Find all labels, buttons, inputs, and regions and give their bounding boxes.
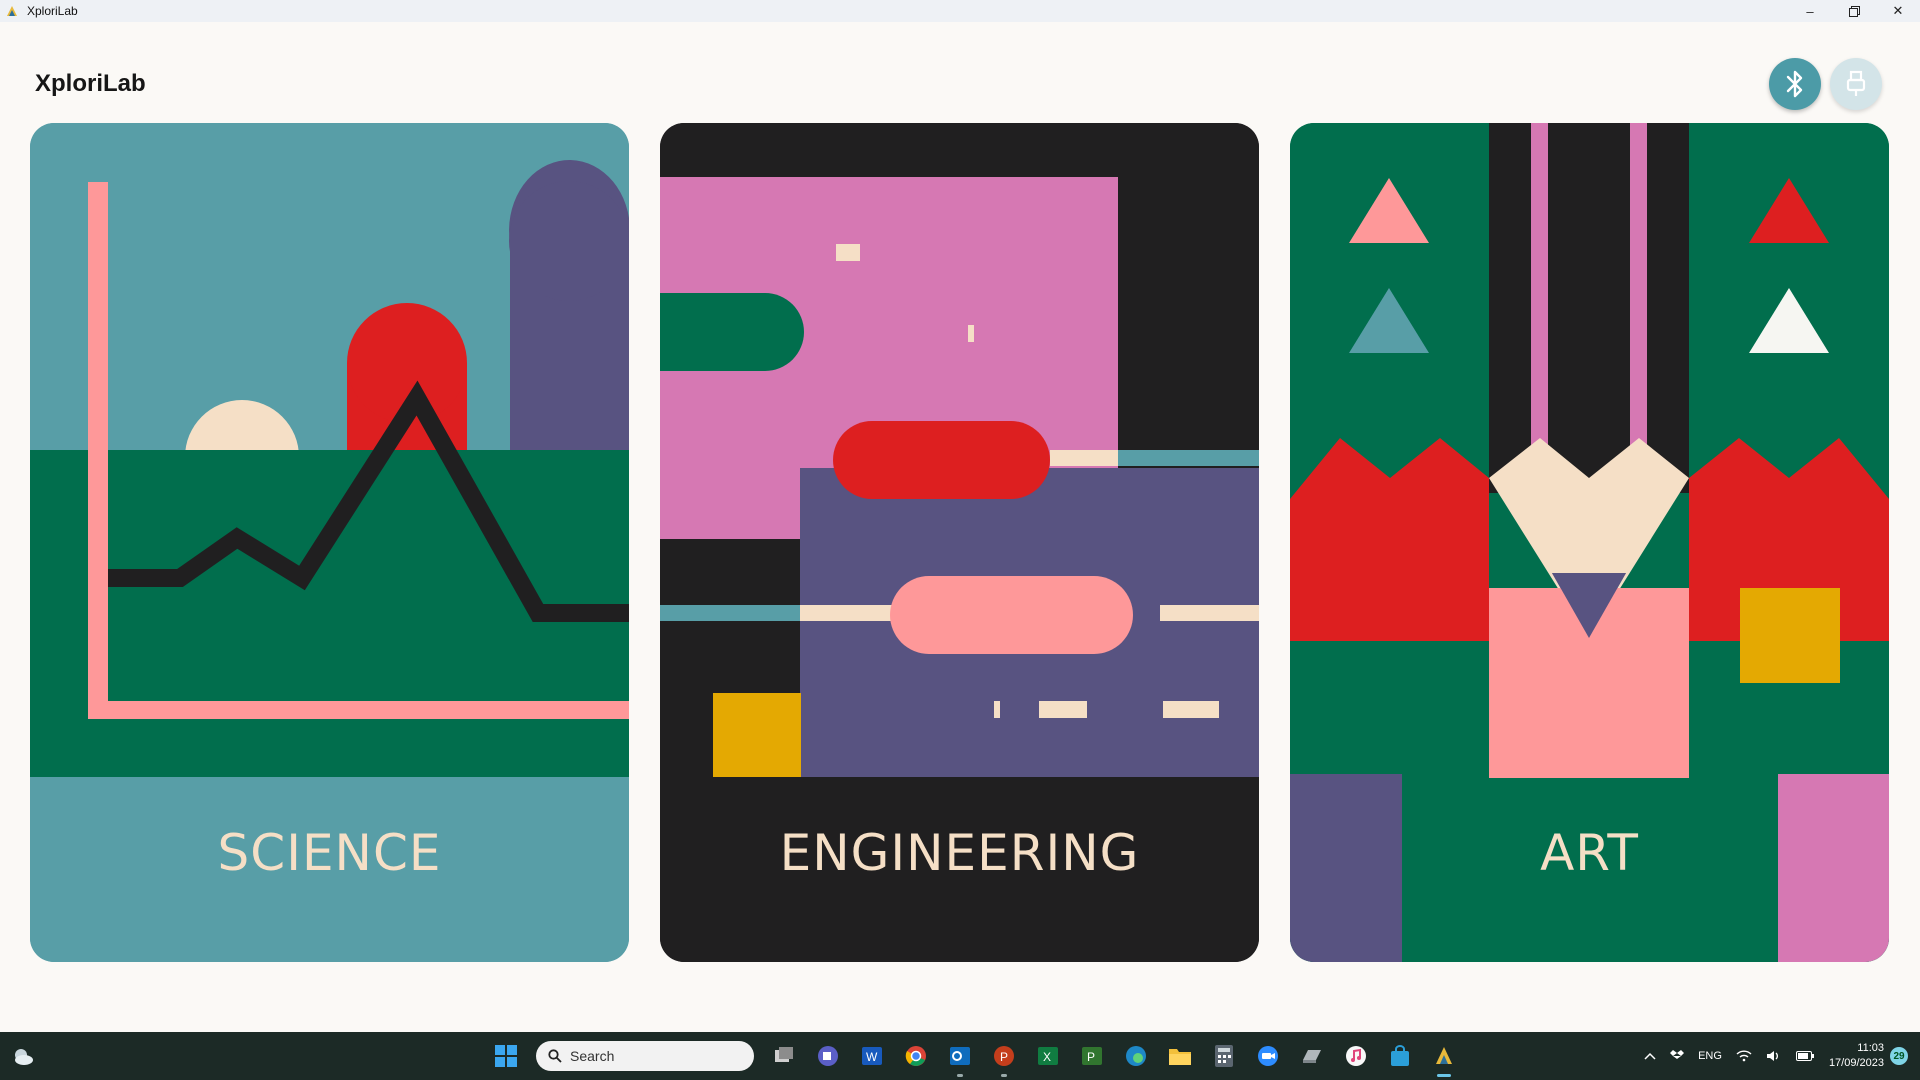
app-title: XploriLab [35,70,146,97]
project-icon[interactable]: P [1076,1040,1108,1072]
battery-icon[interactable] [1795,1051,1814,1061]
clock[interactable]: 11:03 17/09/2023 [1829,1041,1884,1071]
excel-icon[interactable]: X [1032,1040,1064,1072]
usb-connect-button[interactable] [1830,58,1882,110]
chevron-up-icon[interactable] [1644,1052,1656,1060]
start-icon[interactable] [490,1040,522,1072]
art-label: ART [1540,824,1639,882]
volume-icon[interactable] [1766,1050,1782,1062]
chrome-icon[interactable] [900,1040,932,1072]
bluetooth-button[interactable] [1769,58,1821,110]
xplorilab-icon[interactable] [1428,1040,1460,1077]
engineering-card[interactable]: ENGINEERING [660,123,1259,962]
minimize-icon[interactable]: – [1788,0,1832,22]
art-card[interactable]: ART [1290,123,1889,962]
science-card[interactable]: SCIENCE [30,123,629,962]
task-view-icon[interactable] [768,1040,800,1072]
edge-icon[interactable] [1120,1040,1152,1072]
close-icon[interactable]: ✕ [1876,0,1920,22]
file-explorer-icon[interactable] [1164,1040,1196,1072]
weather-icon[interactable] [10,1044,36,1070]
svg-text:W: W [866,1050,878,1064]
system-tray: ENG 11:03 17/09/2023 29 [1637,1032,1908,1080]
clock-date: 17/09/2023 [1828,1057,1884,1069]
svg-text:P: P [1087,1050,1095,1064]
dropbox-icon[interactable] [1670,1050,1685,1062]
svg-text:X: X [1043,1050,1051,1064]
science-label: SCIENCE [217,824,442,882]
powerpoint-icon[interactable]: P [988,1040,1020,1077]
drive-icon[interactable] [1296,1040,1328,1072]
taskbar: Search W P X P ENG 11:03 17/09/2023 29 [0,1032,1920,1080]
search-icon [548,1049,562,1063]
teams-icon[interactable] [812,1040,844,1072]
svg-text:P: P [1000,1050,1008,1064]
bluetooth-icon [1786,70,1803,98]
restore-icon[interactable] [1832,0,1876,22]
clock-time: 11:03 [1857,1042,1884,1054]
itunes-icon[interactable] [1340,1040,1372,1072]
notification-badge[interactable]: 29 [1890,1047,1908,1065]
calculator-icon[interactable] [1208,1040,1240,1072]
outlook-icon[interactable] [944,1040,976,1077]
taskbar-search[interactable]: Search [536,1041,754,1071]
language-indicator[interactable]: ENG [1698,1050,1722,1062]
engineering-label: ENGINEERING [779,824,1140,882]
zoom-icon[interactable] [1252,1040,1284,1072]
window-titlebar: XploriLab – ✕ [0,0,1920,22]
word-icon[interactable]: W [856,1040,888,1072]
search-placeholder: Search [570,1048,615,1064]
store-icon[interactable] [1384,1040,1416,1072]
window-title: XploriLab [27,4,78,18]
app-logo-icon [7,6,17,16]
wifi-icon[interactable] [1736,1050,1752,1062]
usb-plug-icon [1846,70,1866,96]
